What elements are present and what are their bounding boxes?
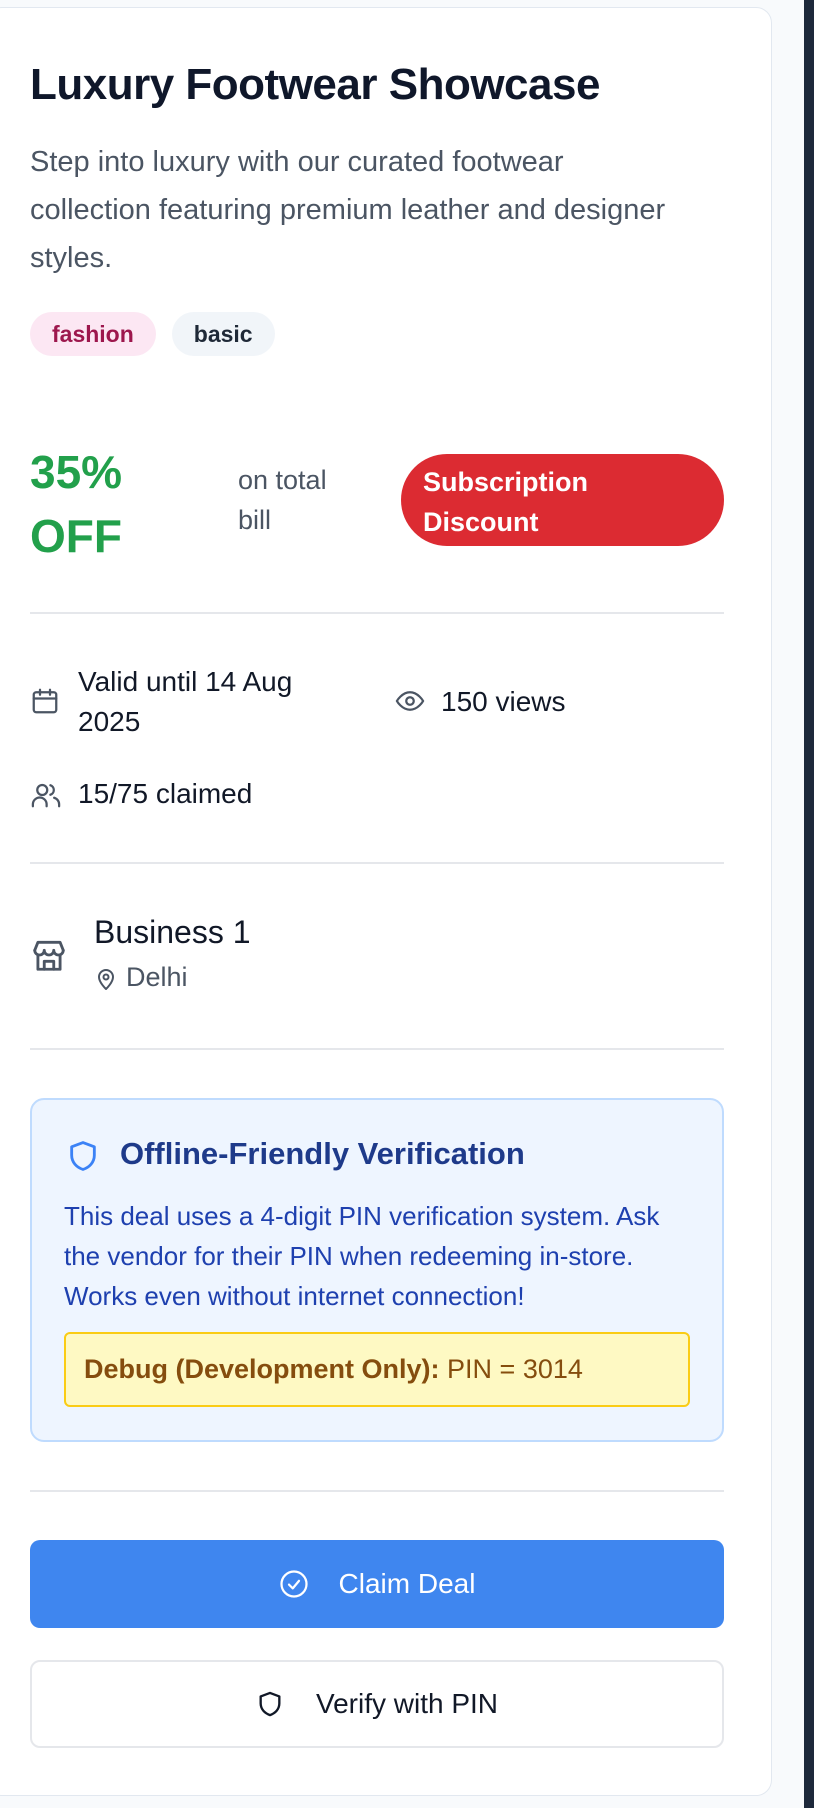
tag-list: fashion basic — [30, 312, 275, 356]
debug-pin-box: Debug (Development Only): PIN = 3014 — [64, 1332, 690, 1407]
divider — [30, 1048, 724, 1050]
deal-title: Luxury Footwear Showcase — [30, 60, 600, 109]
claim-deal-label: Claim Deal — [338, 1568, 476, 1599]
verification-title: Offline-Friendly Verification — [120, 1136, 525, 1171]
shield-icon — [256, 1689, 284, 1719]
deal-description: Step into luxury with our curated footwe… — [30, 146, 666, 274]
verify-with-pin-button[interactable]: Verify with PIN — [30, 1660, 724, 1748]
discount-value: 35% OFF — [30, 446, 123, 562]
divider — [30, 862, 724, 864]
calendar-icon — [30, 686, 60, 716]
divider — [30, 1490, 724, 1492]
verification-text: This deal uses a 4-digit PIN verificatio… — [64, 1201, 660, 1311]
claim-deal-button[interactable]: Claim Deal — [30, 1540, 724, 1628]
business-name[interactable]: Business 1 — [94, 914, 251, 951]
shield-icon — [66, 1138, 100, 1174]
discount-scope: on total bill — [238, 465, 327, 535]
check-circle-icon — [279, 1569, 309, 1599]
store-icon — [30, 936, 68, 974]
debug-label: Debug (Development Only): — [84, 1354, 440, 1384]
map-pin-icon — [94, 966, 118, 992]
users-icon — [30, 780, 62, 810]
debug-pin-value: PIN = 3014 — [447, 1354, 583, 1384]
tag-basic: basic — [171, 312, 275, 356]
divider — [30, 612, 724, 614]
view-count: 150 views — [441, 686, 566, 717]
deal-type-badge: Subscription Discount — [401, 454, 724, 546]
tag-fashion: fashion — [30, 312, 156, 356]
valid-until: Valid until 14 Aug 2025 — [78, 666, 293, 737]
window-edge — [804, 0, 814, 1808]
verify-with-pin-label: Verify with PIN — [315, 1688, 499, 1719]
eye-icon — [394, 686, 426, 716]
claimed-count: 15/75 claimed — [78, 778, 253, 809]
business-location: Delhi — [126, 962, 188, 992]
